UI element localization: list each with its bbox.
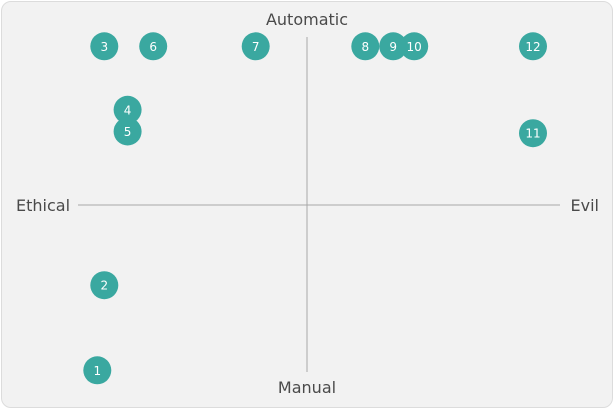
data-markers: 123456 7 8 9 101112: [83, 32, 547, 385]
marker-2: 2: [90, 271, 119, 300]
marker-6: 6: [139, 32, 168, 61]
marker-7: 7: [241, 32, 270, 61]
marker-1: 1: [83, 356, 112, 385]
marker-10: 10: [400, 32, 429, 61]
marker-label: 11: [525, 127, 540, 141]
marker-8: 8: [351, 32, 380, 61]
axis-label-evil: Evil: [571, 196, 599, 215]
marker-label: 7: [252, 40, 260, 54]
marker-label: 6: [149, 40, 157, 54]
axis-label-ethical: Ethical: [16, 196, 70, 215]
marker-label: 12: [525, 40, 540, 54]
marker-label: 5: [124, 125, 132, 139]
axis-label-manual: Manual: [278, 378, 336, 397]
marker-label: 9: [389, 40, 397, 54]
marker-label: 2: [100, 279, 108, 293]
axis-label-automatic: Automatic: [266, 10, 348, 29]
marker-label: 8: [361, 40, 369, 54]
marker-label: 4: [124, 103, 132, 117]
marker-12: 12: [519, 32, 547, 61]
quadrant-chart-svg: Automatic Manual Ethical Evil 123456 7 8 9 1…: [16, 10, 599, 397]
marker-label: 1: [93, 364, 101, 378]
marker-11: 11: [519, 119, 547, 148]
marker-3: 3: [90, 32, 119, 61]
marker-label: 10: [407, 40, 422, 54]
marker-label: 3: [100, 40, 108, 54]
marker-5: 5: [113, 117, 142, 146]
